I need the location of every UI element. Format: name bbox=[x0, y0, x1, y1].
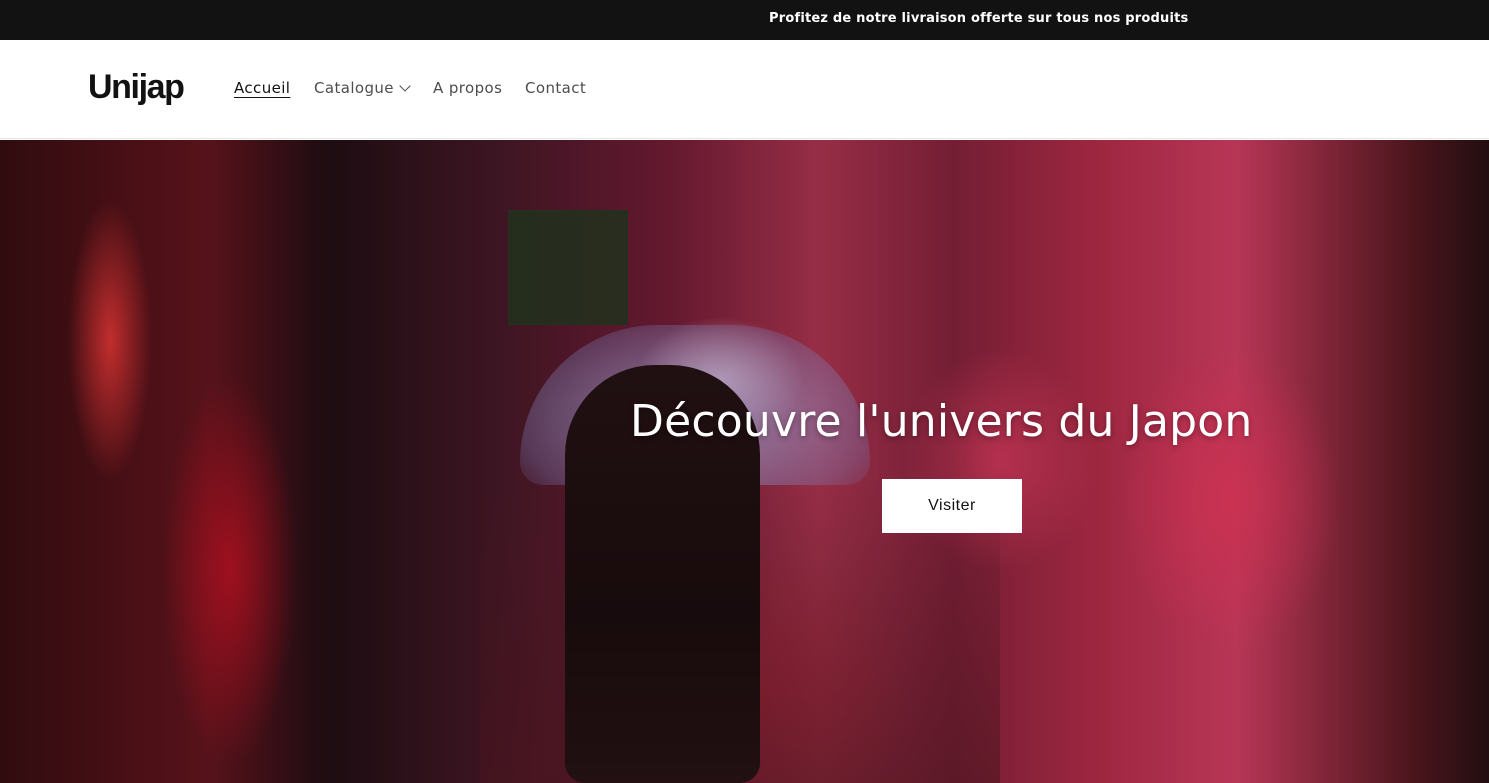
nav-item-catalogue[interactable]: Catalogue bbox=[314, 79, 411, 97]
nav-item-accueil[interactable]: Accueil bbox=[234, 79, 290, 97]
hero-title: Découvre l'univers du Japon bbox=[630, 396, 1253, 447]
hero-overlay bbox=[0, 140, 1489, 783]
hero-banner: Découvre l'univers du Japon Visiter bbox=[0, 140, 1489, 783]
announcement-bar: Profitez de notre livraison offerte sur … bbox=[0, 0, 1489, 40]
nav-item-a-propos[interactable]: A propos bbox=[433, 79, 502, 97]
site-logo[interactable]: Unijap bbox=[88, 68, 185, 107]
announcement-text: Profitez de notre livraison offerte sur … bbox=[769, 11, 1189, 26]
nav-item-catalogue-label: Catalogue bbox=[314, 79, 394, 97]
site-header: Unijap Accueil Catalogue A propos Contac… bbox=[0, 40, 1489, 139]
nav-item-contact[interactable]: Contact bbox=[525, 79, 586, 97]
chevron-down-icon bbox=[399, 80, 411, 92]
visit-button[interactable]: Visiter bbox=[882, 479, 1022, 533]
